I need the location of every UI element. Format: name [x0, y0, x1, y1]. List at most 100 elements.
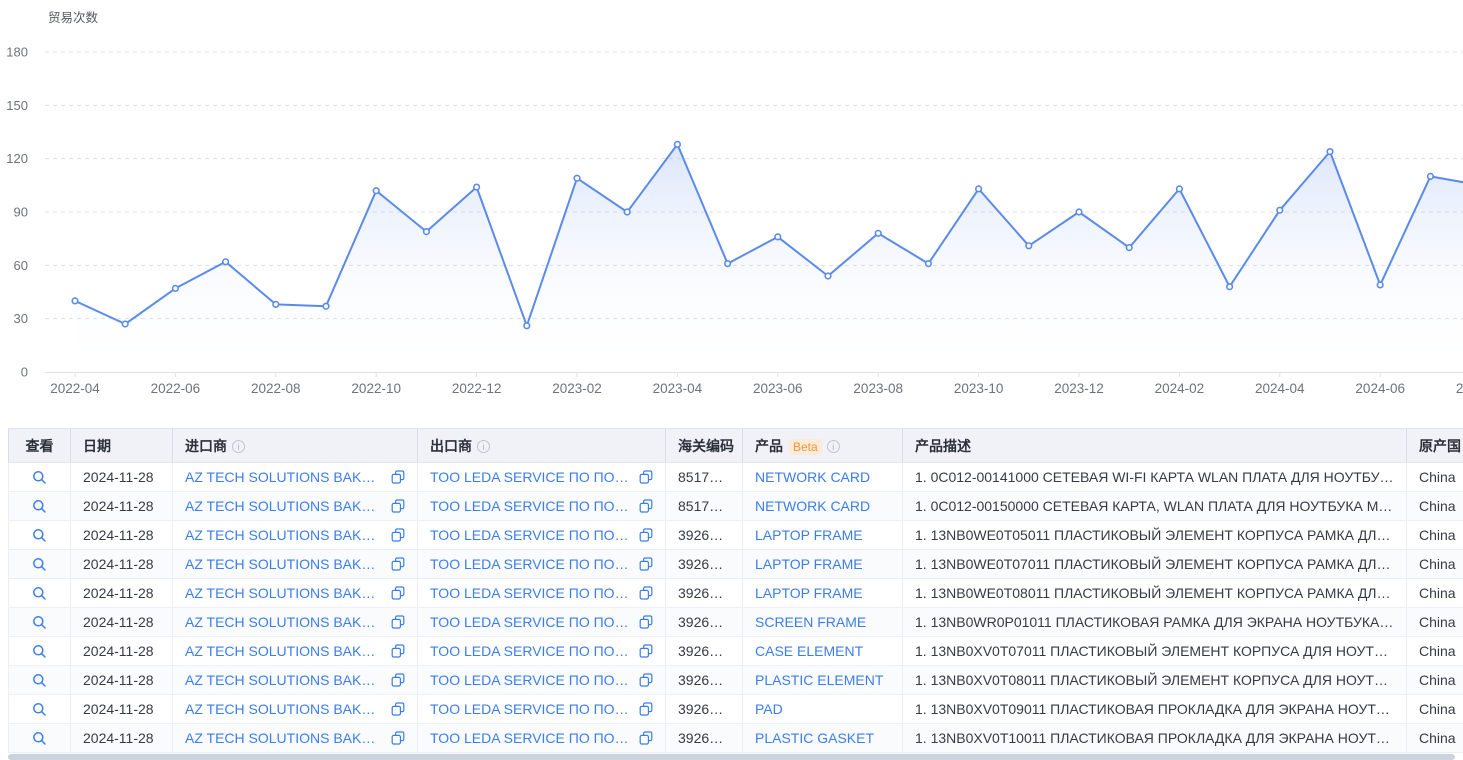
- data-point-marker[interactable]: [775, 234, 781, 240]
- data-point-marker[interactable]: [1076, 209, 1082, 215]
- exporter-link[interactable]: TOO LEDA SERVICE ПО ПОРУЧЕН...: [430, 585, 632, 601]
- copy-importer-button[interactable]: [391, 499, 405, 513]
- exporter-link[interactable]: TOO LEDA SERVICE ПО ПОРУЧЕН...: [430, 701, 632, 717]
- data-point-marker[interactable]: [173, 286, 179, 292]
- product-link[interactable]: LAPTOP FRAME: [755, 527, 863, 543]
- view-record-button[interactable]: [32, 586, 47, 601]
- data-point-marker[interactable]: [373, 188, 379, 194]
- copy-importer-button[interactable]: [391, 470, 405, 484]
- data-point-marker[interactable]: [926, 261, 932, 267]
- copy-exporter-button[interactable]: [639, 615, 653, 629]
- copy-exporter-button[interactable]: [639, 673, 653, 687]
- view-record-button[interactable]: [32, 615, 47, 630]
- y-axis-tick-label: 120: [6, 151, 28, 166]
- importer-link[interactable]: AZ TECH SOLUTIONS BAKU MMC: [185, 469, 384, 485]
- data-point-marker[interactable]: [273, 302, 279, 308]
- copy-exporter-button[interactable]: [639, 586, 653, 600]
- view-record-button[interactable]: [32, 731, 47, 746]
- data-point-marker[interactable]: [323, 303, 329, 309]
- data-point-marker[interactable]: [624, 209, 630, 215]
- exporter-link[interactable]: TOO LEDA SERVICE ПО ПОРУЧЕН...: [430, 527, 632, 543]
- view-record-button[interactable]: [32, 644, 47, 659]
- magnifier-icon: [32, 499, 47, 514]
- exporter-link[interactable]: TOO LEDA SERVICE ПО ПОРУЧЕН...: [430, 498, 632, 514]
- data-point-marker[interactable]: [574, 175, 580, 181]
- data-point-marker[interactable]: [1327, 149, 1333, 155]
- copy-icon: [391, 586, 405, 600]
- importer-link[interactable]: AZ TECH SOLUTIONS BAKU MMC: [185, 730, 384, 746]
- importer-link[interactable]: AZ TECH SOLUTIONS BAKU MMC: [185, 614, 384, 630]
- x-axis-tick-label: 2023-02: [552, 381, 602, 396]
- product-link[interactable]: NETWORK CARD: [755, 498, 870, 514]
- product-link[interactable]: PAD: [755, 701, 783, 717]
- exporter-link[interactable]: TOO LEDA SERVICE ПО ПОРУЧЕН...: [430, 614, 632, 630]
- view-record-button[interactable]: [32, 470, 47, 485]
- data-point-marker[interactable]: [725, 261, 731, 267]
- data-point-marker[interactable]: [1026, 243, 1032, 249]
- date-cell: 2024-11-28: [71, 724, 173, 753]
- info-icon[interactable]: i: [477, 440, 490, 453]
- importer-link[interactable]: AZ TECH SOLUTIONS BAKU MMC: [185, 556, 384, 572]
- view-record-button[interactable]: [32, 499, 47, 514]
- product-link[interactable]: CASE ELEMENT: [755, 643, 863, 659]
- data-point-marker[interactable]: [1227, 284, 1233, 290]
- view-record-button[interactable]: [32, 557, 47, 572]
- product-link[interactable]: NETWORK CARD: [755, 469, 870, 485]
- data-point-marker[interactable]: [1277, 207, 1283, 213]
- data-point-marker[interactable]: [122, 321, 128, 327]
- data-point-marker[interactable]: [72, 298, 78, 304]
- copy-importer-button[interactable]: [391, 557, 405, 571]
- copy-exporter-button[interactable]: [639, 644, 653, 658]
- exporter-link[interactable]: TOO LEDA SERVICE ПО ПОРУЧЕН...: [430, 556, 632, 572]
- trade-frequency-chart-canvas: 贸易次数03060901201501802022-042022-062022-0…: [0, 0, 1463, 410]
- importer-link[interactable]: AZ TECH SOLUTIONS BAKU MMC: [185, 498, 384, 514]
- data-point-marker[interactable]: [1177, 186, 1183, 192]
- data-point-marker[interactable]: [825, 273, 831, 279]
- info-icon[interactable]: i: [232, 440, 245, 453]
- product-link[interactable]: PLASTIC ELEMENT: [755, 672, 883, 688]
- data-point-marker[interactable]: [524, 323, 530, 329]
- exporter-link[interactable]: TOO LEDA SERVICE ПО ПОРУЧЕН...: [430, 469, 632, 485]
- info-icon[interactable]: i: [827, 440, 840, 453]
- view-record-button[interactable]: [32, 673, 47, 688]
- copy-exporter-button[interactable]: [639, 702, 653, 716]
- exporter-link[interactable]: TOO LEDA SERVICE ПО ПОРУЧЕН...: [430, 672, 632, 688]
- importer-link[interactable]: AZ TECH SOLUTIONS BAKU MMC: [185, 672, 384, 688]
- product-link[interactable]: LAPTOP FRAME: [755, 585, 863, 601]
- importer-link[interactable]: AZ TECH SOLUTIONS BAKU MMC: [185, 643, 384, 659]
- importer-link[interactable]: AZ TECH SOLUTIONS BAKU MMC: [185, 585, 384, 601]
- data-point-marker[interactable]: [675, 142, 681, 148]
- exporter-link[interactable]: TOO LEDA SERVICE ПО ПОРУЧЕН...: [430, 730, 632, 746]
- data-point-marker[interactable]: [1126, 245, 1132, 251]
- copy-importer-button[interactable]: [391, 731, 405, 745]
- view-record-button[interactable]: [32, 528, 47, 543]
- copy-importer-button[interactable]: [391, 702, 405, 716]
- copy-exporter-button[interactable]: [639, 470, 653, 484]
- data-point-marker[interactable]: [976, 186, 982, 192]
- y-axis-tick-label: 150: [6, 98, 28, 113]
- copy-importer-button[interactable]: [391, 644, 405, 658]
- x-axis-tick-label: 2024-04: [1255, 381, 1305, 396]
- copy-importer-button[interactable]: [391, 528, 405, 542]
- data-point-marker[interactable]: [474, 184, 480, 190]
- product-link[interactable]: SCREEN FRAME: [755, 614, 866, 630]
- data-point-marker[interactable]: [424, 229, 430, 235]
- copy-importer-button[interactable]: [391, 615, 405, 629]
- view-record-button[interactable]: [32, 702, 47, 717]
- data-point-marker[interactable]: [875, 231, 881, 237]
- importer-link[interactable]: AZ TECH SOLUTIONS BAKU MMC: [185, 527, 384, 543]
- copy-exporter-button[interactable]: [639, 557, 653, 571]
- exporter-link[interactable]: TOO LEDA SERVICE ПО ПОРУЧЕН...: [430, 643, 632, 659]
- data-point-marker[interactable]: [1377, 282, 1383, 288]
- product-link[interactable]: LAPTOP FRAME: [755, 556, 863, 572]
- horizontal-scrollbar-thumb[interactable]: [8, 754, 1455, 760]
- importer-link[interactable]: AZ TECH SOLUTIONS BAKU MMC: [185, 701, 384, 717]
- copy-importer-button[interactable]: [391, 673, 405, 687]
- copy-importer-button[interactable]: [391, 586, 405, 600]
- copy-exporter-button[interactable]: [639, 499, 653, 513]
- copy-exporter-button[interactable]: [639, 528, 653, 542]
- data-point-marker[interactable]: [223, 259, 229, 265]
- data-point-marker[interactable]: [1428, 174, 1434, 180]
- product-link[interactable]: PLASTIC GASKET: [755, 730, 874, 746]
- copy-exporter-button[interactable]: [639, 731, 653, 745]
